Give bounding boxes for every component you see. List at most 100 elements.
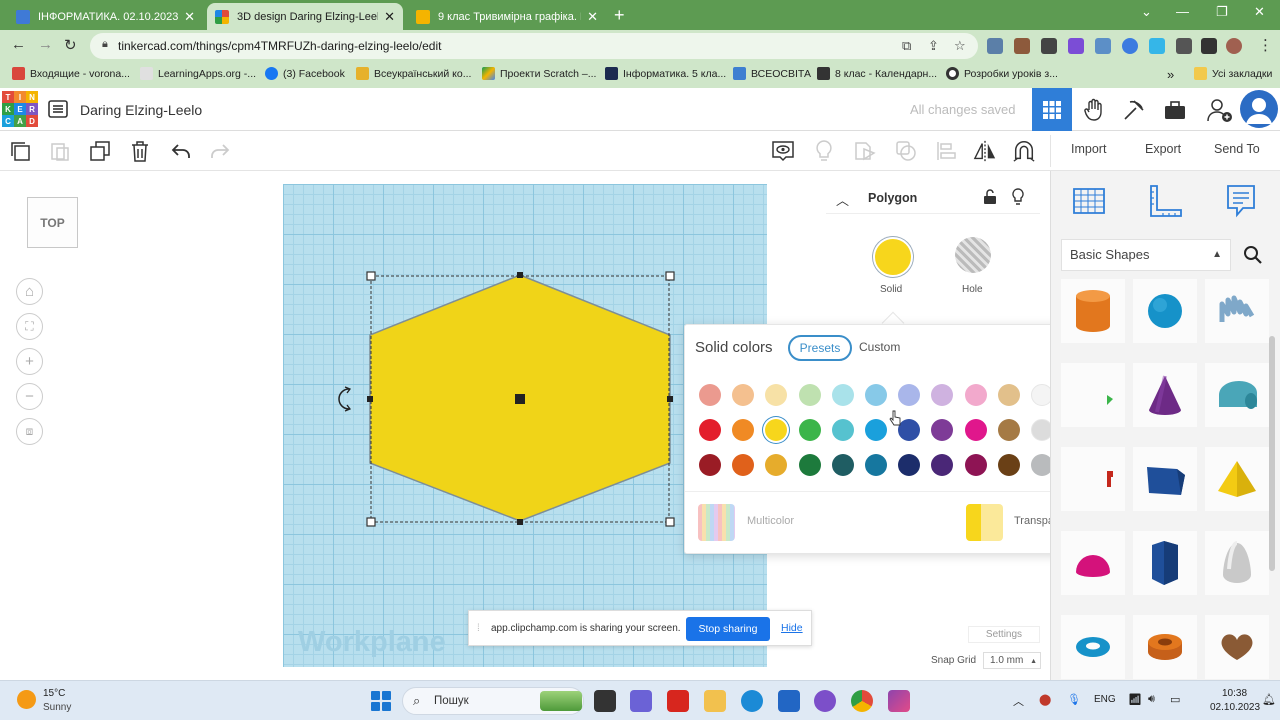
shape-sphere[interactable]	[1133, 279, 1197, 343]
color-swatch[interactable]	[865, 454, 887, 476]
workplane-tool[interactable]	[1071, 183, 1107, 219]
hole-button[interactable]	[955, 237, 991, 273]
color-swatch[interactable]	[798, 419, 821, 441]
sun-icon[interactable]	[17, 690, 36, 709]
shape-heart[interactable]	[1205, 615, 1269, 679]
bookmark-item[interactable]: 8 клас - Календарн...	[817, 67, 937, 80]
color-swatch[interactable]	[931, 384, 954, 406]
browser-tab-2[interactable]: 3D design Daring Elzing-Leelo | ✕	[207, 3, 403, 30]
shape-tube[interactable]	[1133, 615, 1197, 679]
all-bookmarks-button[interactable]: Усі закладки	[1194, 67, 1272, 80]
3d-view-button[interactable]	[1032, 88, 1072, 131]
bookmark-item[interactable]: Всеукраїнський ко...	[356, 67, 471, 80]
extension-icon[interactable]	[987, 38, 1003, 54]
color-swatch[interactable]	[765, 419, 788, 441]
export-button[interactable]: Export	[1145, 142, 1181, 156]
color-swatch[interactable]	[699, 384, 721, 406]
shape-text[interactable]	[1061, 447, 1125, 511]
maximize-icon[interactable]: ❐	[1216, 4, 1228, 20]
bookmark-item[interactable]: (3) Facebook	[265, 67, 345, 80]
wifi-icon[interactable]: 📶︎	[1128, 693, 1142, 706]
bookmark-star-icon[interactable]: ☆	[954, 38, 966, 54]
settings-button[interactable]: Settings	[968, 626, 1040, 643]
color-swatch[interactable]	[997, 454, 1020, 476]
shape-polygon[interactable]	[1133, 531, 1197, 595]
address-bar[interactable]: 🔒︎ tinkercad.com/things/cpm4TMRFUZh-dari…	[90, 33, 978, 59]
browser-tab-1[interactable]: ІНФОРМАТИКА. 02.10.2023 о 1 ✕	[8, 3, 203, 30]
extension-icon[interactable]	[1149, 38, 1165, 54]
extension-icon[interactable]	[1095, 38, 1111, 54]
edge-icon[interactable]	[741, 690, 763, 712]
puzzle-icon[interactable]	[1176, 38, 1192, 54]
start-button[interactable]	[371, 691, 391, 711]
open-in-app-icon[interactable]: ⧉	[902, 38, 911, 54]
tab-custom[interactable]: Custom	[859, 340, 900, 354]
close-window-icon[interactable]: ✕	[1254, 4, 1265, 20]
add-user-button[interactable]	[1199, 88, 1239, 131]
ungroup-button[interactable]	[894, 139, 918, 163]
home-view-button[interactable]: ⌂	[16, 278, 43, 305]
color-swatch[interactable]	[732, 454, 755, 476]
workspace[interactable]: TOP ⌂ ⛶ + − ⧈ Workplane ︿ Polygon Solid …	[0, 171, 1102, 680]
ortho-view-button[interactable]: ⧈	[16, 418, 43, 445]
notes-tool[interactable]	[1223, 183, 1259, 219]
tinkercad-logo[interactable]: T I N K E R C A D	[2, 91, 38, 128]
user-avatar[interactable]	[1240, 90, 1278, 128]
color-swatch[interactable]	[898, 384, 921, 406]
side-panel-icon[interactable]	[1201, 38, 1217, 54]
color-swatch[interactable]	[732, 419, 755, 441]
chrome-icon[interactable]	[851, 690, 873, 712]
hide-sharing-link[interactable]: Hide	[781, 622, 803, 634]
teams-icon[interactable]	[630, 690, 652, 712]
color-swatch[interactable]	[931, 454, 954, 476]
share-icon[interactable]: ⇪	[928, 38, 939, 54]
security-icon[interactable]: ⬤	[1039, 693, 1051, 706]
browser-tab-3[interactable]: 9 клас Тривимірна графіка. Пр ✕	[408, 3, 606, 30]
bricks-button[interactable]	[1114, 88, 1154, 131]
ruler-tool[interactable]	[1147, 183, 1183, 219]
tab-search-chevron-icon[interactable]: ⌄	[1141, 4, 1152, 20]
shape-scribble[interactable]	[1205, 279, 1269, 343]
transparent-swatch[interactable]	[966, 504, 1003, 541]
color-swatch[interactable]	[964, 419, 987, 441]
color-swatch[interactable]	[798, 384, 821, 406]
zoom-in-button[interactable]: +	[16, 348, 43, 375]
color-swatch[interactable]	[898, 454, 921, 476]
shape-torus[interactable]	[1061, 615, 1125, 679]
design-title[interactable]: Daring Elzing-Leelo	[80, 102, 202, 118]
shape-cone[interactable]	[1133, 363, 1197, 427]
color-swatch[interactable]	[699, 454, 721, 476]
redo-button[interactable]	[208, 139, 232, 163]
sim-lab-button[interactable]	[1155, 88, 1195, 131]
align-button[interactable]	[934, 139, 958, 163]
view-cube[interactable]: TOP	[27, 197, 78, 248]
taskbar-search[interactable]: ⌕ Пошук	[402, 687, 584, 715]
color-swatch[interactable]	[997, 419, 1020, 441]
paste-button[interactable]	[48, 139, 72, 163]
viber-icon[interactable]	[814, 690, 836, 712]
solid-color-button[interactable]	[873, 237, 913, 277]
color-swatch[interactable]	[765, 384, 788, 406]
extension-icon[interactable]	[1041, 38, 1057, 54]
send-to-button[interactable]: Send To	[1214, 142, 1260, 156]
shape-half-sphere[interactable]	[1061, 531, 1125, 595]
notes-button[interactable]	[771, 139, 795, 163]
close-tab-icon[interactable]: ✕	[184, 9, 195, 25]
copy-button[interactable]	[8, 139, 32, 163]
microphone-icon[interactable]: 🎙︎	[1067, 693, 1081, 706]
weather-description[interactable]: Sunny	[43, 702, 71, 713]
multicolor-label[interactable]: Multicolor	[747, 515, 794, 527]
tray-overflow-icon[interactable]: ︿	[1013, 693, 1024, 709]
clipchamp-icon[interactable]	[888, 690, 910, 712]
mirror-button[interactable]	[973, 139, 997, 163]
close-tab-icon[interactable]: ✕	[587, 9, 598, 25]
minimize-icon[interactable]: —	[1176, 4, 1189, 19]
color-swatch[interactable]	[931, 419, 954, 441]
color-swatch[interactable]	[831, 419, 854, 441]
menu-kebab-icon[interactable]: ⋮	[1258, 36, 1273, 54]
lock-icon[interactable]	[983, 189, 997, 208]
fit-view-button[interactable]: ⛶	[16, 313, 43, 340]
back-arrow-icon[interactable]: ←	[11, 36, 26, 53]
bookmark-item[interactable]: Проекти Scratch –...	[482, 67, 596, 80]
color-swatch[interactable]	[964, 454, 987, 476]
